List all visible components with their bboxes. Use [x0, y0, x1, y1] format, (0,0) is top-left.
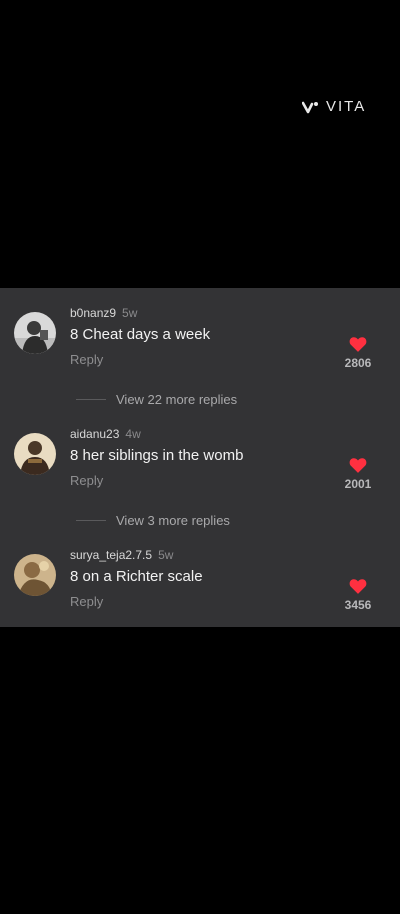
vita-logo-icon	[302, 100, 320, 114]
comment-text: 8 Cheat days a week	[70, 326, 211, 343]
comment-meta: b0nanz9 5w	[70, 306, 137, 320]
vita-watermark-text: VITA	[326, 98, 367, 115]
avatar[interactable]	[14, 554, 56, 596]
reply-button[interactable]: Reply	[70, 594, 103, 609]
comment-meta: surya_teja2.7.5 5w	[70, 548, 173, 562]
comment-username[interactable]: b0nanz9	[70, 306, 116, 320]
comment-item: aidanu23 4w 8 her siblings in the womb Re…	[0, 427, 400, 507]
like-button[interactable]: 3456	[338, 578, 378, 612]
comment-meta: aidanu23 4w	[70, 427, 141, 441]
like-button[interactable]: 2001	[338, 457, 378, 491]
vita-watermark: VITA	[302, 98, 366, 115]
view-more-replies-label: View 3 more replies	[116, 513, 230, 528]
heart-icon	[349, 579, 367, 594]
comment-username[interactable]: surya_teja2.7.5	[70, 548, 152, 562]
reply-button[interactable]: Reply	[70, 352, 103, 367]
comment-age: 5w	[122, 306, 138, 320]
comment-item: surya_teja2.7.5 5w 8 on a Richter scale R…	[0, 548, 400, 628]
heart-icon	[349, 337, 367, 352]
heart-icon	[349, 458, 367, 473]
comment-text: 8 her siblings in the womb	[70, 447, 244, 464]
comment-item: b0nanz9 5w 8 Cheat days a week Reply 2806	[0, 306, 400, 386]
like-button[interactable]: 2806	[338, 336, 378, 370]
comments-panel: b0nanz9 5w 8 Cheat days a week Reply 2806…	[0, 288, 400, 627]
reply-button[interactable]: Reply	[70, 473, 103, 488]
like-count: 2001	[344, 477, 372, 491]
comment-age: 4w	[125, 427, 141, 441]
screen: { "watermark": { "text": "VITA", "icon":…	[0, 0, 400, 914]
comment-age: 5w	[158, 548, 174, 562]
view-more-replies-button[interactable]: View 22 more replies	[76, 392, 237, 407]
divider-line	[76, 520, 106, 521]
comment-text: 8 on a Richter scale	[70, 568, 203, 585]
like-count: 3456	[344, 598, 372, 612]
view-more-replies-label: View 22 more replies	[116, 392, 238, 407]
view-more-replies-button[interactable]: View 3 more replies	[76, 513, 230, 528]
avatar[interactable]	[14, 312, 56, 354]
divider-line	[76, 399, 106, 400]
comment-username[interactable]: aidanu23	[70, 427, 119, 441]
like-count: 2806	[344, 356, 372, 370]
avatar[interactable]	[14, 433, 56, 475]
